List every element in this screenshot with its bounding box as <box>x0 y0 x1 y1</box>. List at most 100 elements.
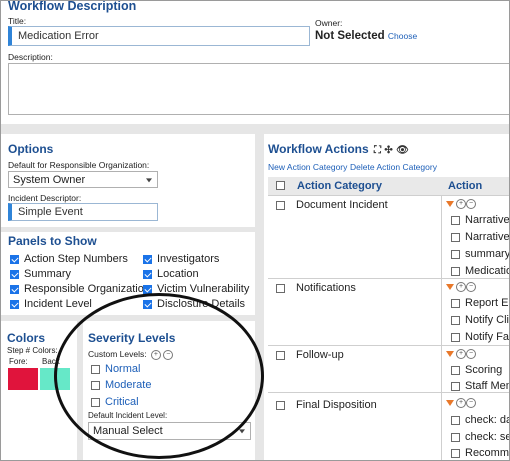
expand-triangle-icon[interactable] <box>446 200 454 207</box>
fore-label: Fore: <box>9 357 28 366</box>
back-label: Back <box>42 357 60 366</box>
table-row[interactable]: Document Incident <box>276 199 388 211</box>
checkbox[interactable] <box>451 266 460 276</box>
panel-checkbox-location[interactable]: Location <box>143 268 199 280</box>
checkbox[interactable] <box>276 200 285 210</box>
checkbox[interactable] <box>276 181 285 190</box>
severity-level-label[interactable]: Moderate <box>105 379 151 391</box>
workflow-description-heading: Workflow Description <box>8 0 137 13</box>
action-label: Notify Clie <box>465 314 510 326</box>
checkbox[interactable] <box>451 215 460 225</box>
add-level-icon[interactable]: + <box>150 349 161 360</box>
checkbox[interactable] <box>276 283 285 293</box>
checkbox[interactable] <box>451 249 460 259</box>
remove-action-icon[interactable]: − <box>466 397 476 408</box>
default-level-label: Default Incident Level: <box>88 411 168 420</box>
add-action-icon[interactable]: + <box>456 348 466 359</box>
checkbox[interactable] <box>10 299 19 309</box>
title-input[interactable]: Medication Error <box>8 26 310 46</box>
checkbox[interactable] <box>143 299 152 309</box>
action-item[interactable]: Recomme <box>451 447 509 459</box>
panel-checkbox-investigators[interactable]: Investigators <box>143 253 219 265</box>
expand-triangle-icon[interactable] <box>446 350 454 357</box>
action-item[interactable]: summary <box>451 248 509 260</box>
checkbox[interactable] <box>451 432 460 442</box>
collapse-icon[interactable]: ✣ <box>384 145 392 156</box>
checkbox[interactable] <box>276 350 285 360</box>
severity-level-label[interactable]: Normal <box>105 363 140 375</box>
panel-checkbox-incident-level[interactable]: Incident Level <box>10 298 92 310</box>
eye-icon[interactable]: 👁 <box>396 145 409 156</box>
checkbox[interactable] <box>10 284 19 294</box>
checkbox[interactable] <box>143 269 152 279</box>
action-item[interactable]: Report Err <box>451 297 509 309</box>
checkbox[interactable] <box>10 269 19 279</box>
checkbox[interactable] <box>451 332 460 342</box>
delete-action-category-link[interactable]: Delete Action Category <box>350 162 437 172</box>
remove-action-icon[interactable]: − <box>466 281 476 292</box>
checkbox[interactable] <box>91 397 100 407</box>
table-row[interactable]: Notifications <box>276 282 356 294</box>
choose-owner-link[interactable]: Choose <box>388 31 417 41</box>
select-all-checkbox[interactable] <box>276 181 290 190</box>
owner-label: Owner: <box>315 18 343 28</box>
fore-color-swatch[interactable] <box>8 368 38 390</box>
action-item[interactable]: Notify Fam <box>451 331 509 343</box>
action-item[interactable]: check: sele <box>451 431 509 443</box>
step-colors-label: Step # Colors: <box>7 346 58 355</box>
checkbox[interactable] <box>451 415 460 425</box>
severity-level-critical[interactable]: Critical <box>91 396 139 408</box>
panel-checkbox-victim-vulnerability[interactable]: Victim Vulnerability <box>143 283 249 295</box>
checkbox[interactable] <box>451 448 460 458</box>
checkbox[interactable] <box>451 365 460 375</box>
severity-level-moderate[interactable]: Moderate <box>91 379 151 391</box>
default-level-select[interactable]: Manual Select <box>88 422 251 440</box>
default-org-select[interactable]: System Owner <box>8 171 158 188</box>
row-divider <box>268 345 509 346</box>
checkbox[interactable] <box>10 254 19 264</box>
expand-triangle-icon[interactable] <box>446 399 454 406</box>
checkbox[interactable] <box>276 400 285 410</box>
checkbox[interactable] <box>143 284 152 294</box>
table-row[interactable]: Follow-up <box>276 349 344 361</box>
panel-checkbox-summary[interactable]: Summary <box>10 268 71 280</box>
expand-triangle-icon[interactable] <box>446 283 454 290</box>
add-action-icon[interactable]: + <box>456 397 466 408</box>
severity-level-normal[interactable]: Normal <box>91 363 140 375</box>
action-item[interactable]: Staff Mem <box>451 380 509 392</box>
add-action-icon[interactable]: + <box>456 281 466 292</box>
row-controls: + − <box>446 397 476 408</box>
expand-icon[interactable]: ⛶ <box>374 145 381 156</box>
description-textarea[interactable] <box>8 63 509 115</box>
checkbox[interactable] <box>451 315 460 325</box>
remove-level-icon[interactable]: − <box>163 349 174 360</box>
add-action-icon[interactable]: + <box>456 198 466 209</box>
severity-level-label[interactable]: Critical <box>105 396 139 408</box>
checkbox[interactable] <box>451 232 460 242</box>
checkbox[interactable] <box>451 298 460 308</box>
separator <box>1 227 255 232</box>
incident-descriptor-input[interactable]: Simple Event <box>8 203 158 221</box>
action-item[interactable]: Narrative1 <box>451 214 509 226</box>
back-color-swatch[interactable] <box>40 368 70 390</box>
checkbox[interactable] <box>143 254 152 264</box>
panel-label: Location <box>157 268 199 280</box>
action-item[interactable]: Medication <box>451 265 509 277</box>
action-item[interactable]: Scoring <box>451 364 502 376</box>
action-item[interactable]: Notify Clie <box>451 314 510 326</box>
action-item[interactable]: Narrative2 <box>451 231 509 243</box>
checkbox[interactable] <box>91 364 100 374</box>
panel-label: Disclosure Details <box>157 298 246 310</box>
panel-checkbox-action-step-numbers[interactable]: Action Step Numbers <box>10 253 128 265</box>
panel-checkbox-responsible-organization[interactable]: Responsible Organization <box>10 283 150 295</box>
checkbox[interactable] <box>91 380 100 390</box>
remove-action-icon[interactable]: − <box>466 348 476 359</box>
action-item[interactable]: check: dat <box>451 414 509 426</box>
remove-action-icon[interactable]: − <box>466 198 476 209</box>
table-row[interactable]: Final Disposition <box>276 399 377 411</box>
action-label: check: sele <box>465 431 509 443</box>
new-action-category-link[interactable]: New Action Category <box>268 162 347 172</box>
row-controls: + − <box>446 281 476 292</box>
checkbox[interactable] <box>451 381 460 391</box>
panel-checkbox-disclosure-details[interactable]: Disclosure Details <box>143 298 245 310</box>
